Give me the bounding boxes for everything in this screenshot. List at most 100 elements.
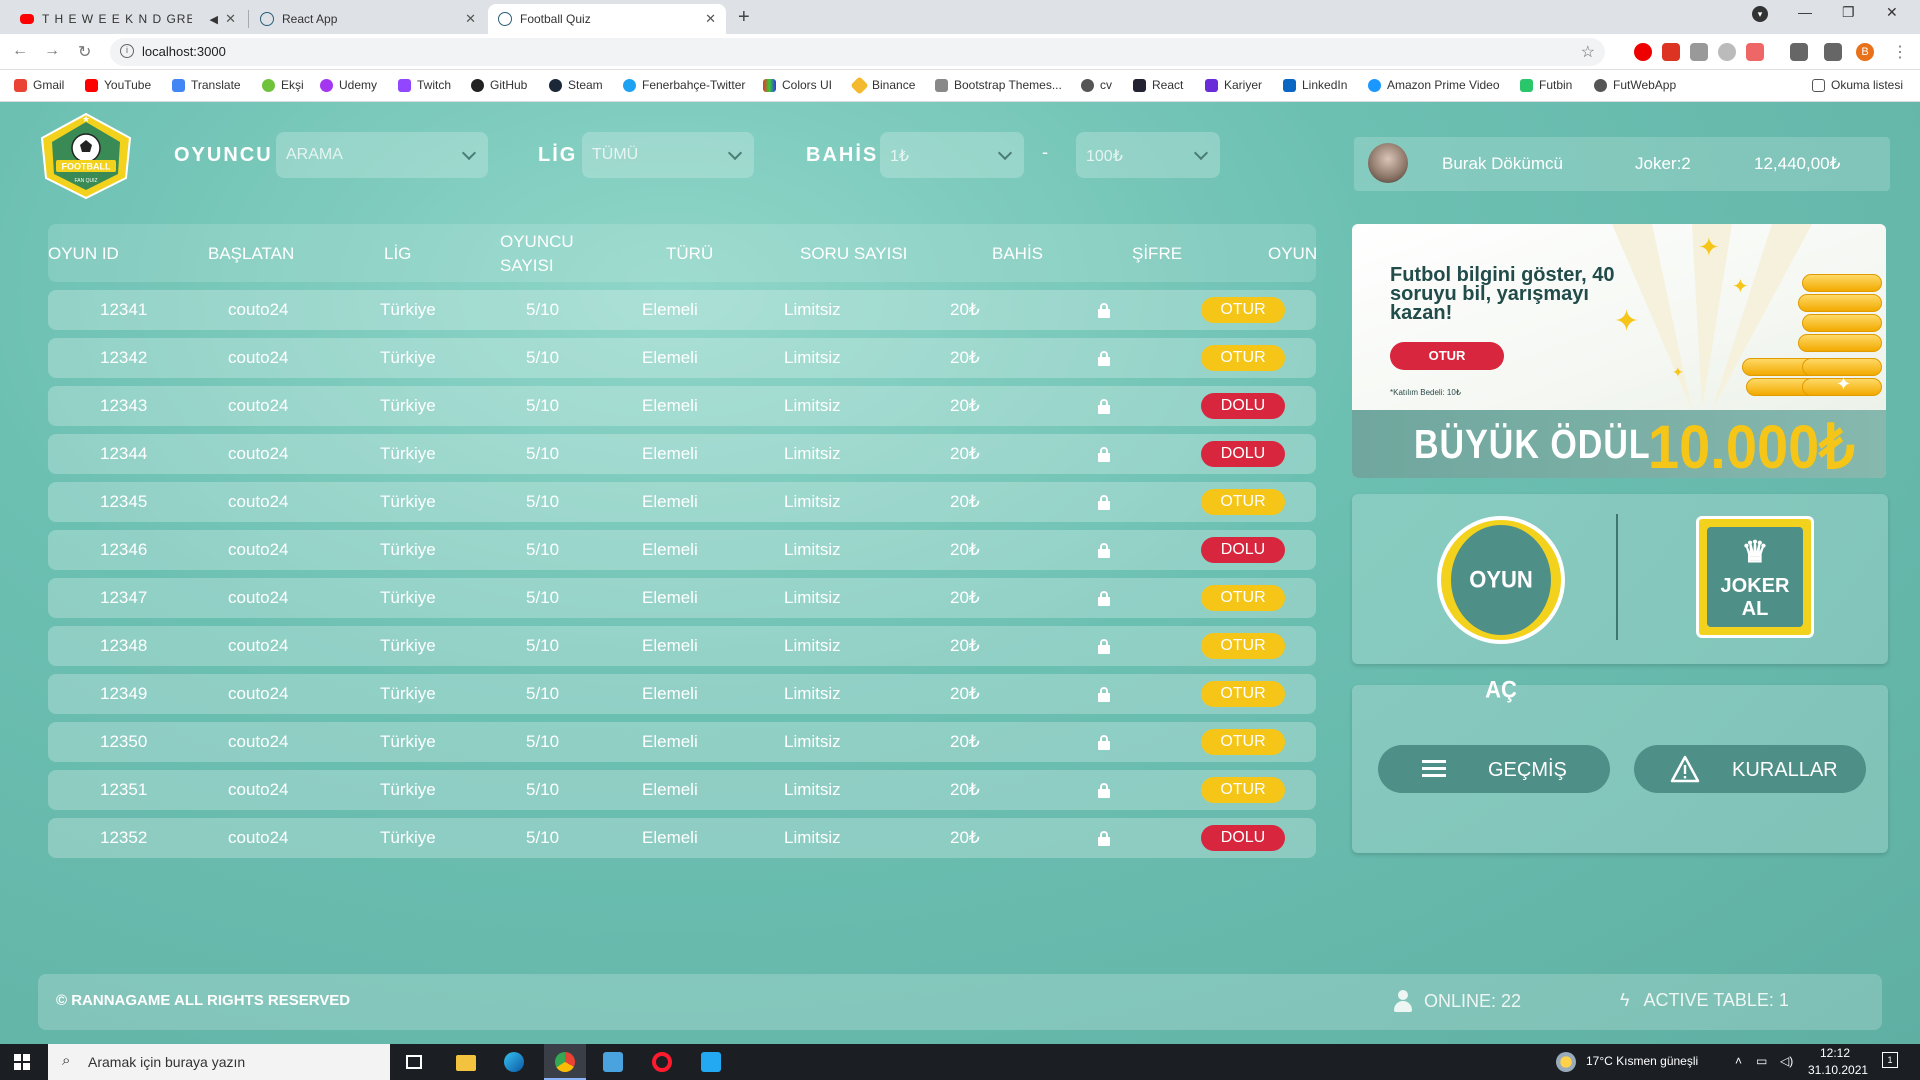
app-logo[interactable]: FOOTBALL FAN QUIZ ★ [38,112,134,200]
tab-search-icon[interactable]: ▾ [1752,6,1768,22]
close-window-icon[interactable]: ✕ [1886,4,1898,21]
opera-extension-icon[interactable] [1634,43,1652,61]
bookmark-item[interactable]: Gmail [14,78,64,92]
bookmark-item[interactable]: Twitch [398,78,451,92]
bookmark-item[interactable]: Ekşi [262,78,304,92]
buy-joker-button[interactable]: ♛ JOKER AL [1696,516,1814,638]
join-status-button[interactable]: OTUR [1201,681,1285,707]
table-cell-type: Elemeli [642,540,698,559]
bookmark-item[interactable]: Bootstrap Themes... [935,78,1062,92]
task-view-icon[interactable] [406,1055,422,1069]
join-status-button[interactable]: OTUR [1201,729,1285,755]
sparkle-icon: ✦ [1732,276,1749,298]
reading-mode-icon[interactable] [1824,43,1842,61]
bookmark-item[interactable]: Steam [549,78,603,92]
close-icon[interactable]: ✕ [225,11,236,27]
table-cell-starter: couto24 [228,540,289,559]
url-input[interactable]: i localhost:3000 ☆ [110,38,1605,66]
app-icon[interactable] [603,1052,623,1072]
bookmark-item[interactable]: React [1133,78,1183,92]
minimize-icon[interactable]: — [1798,4,1812,20]
back-icon[interactable]: ← [12,42,28,60]
windows-start-icon[interactable] [14,1054,30,1070]
bookmark-item[interactable]: Translate [172,78,241,92]
info-icon[interactable]: i [120,44,134,58]
table-cell-starter: couto24 [228,636,289,655]
chrome-icon[interactable] [555,1052,575,1072]
table-cell-bet: 20₺ [950,636,980,655]
video-extension-icon[interactable] [1662,43,1680,61]
join-status-button[interactable]: DOLU [1201,393,1285,419]
new-tab-button[interactable]: + [738,6,750,29]
weather-text[interactable]: 17°C Kısmen güneşli [1586,1054,1698,1068]
tab-youtube[interactable]: T H E W E E K N D GREATEST ◀︎ ✕ [10,4,246,34]
bookmark-item[interactable]: Fenerbahçe-Twitter [623,78,745,92]
bookmark-item[interactable]: GitHub [471,78,527,92]
league-select[interactable]: TÜMÜ [582,132,754,178]
vscode-icon[interactable] [701,1052,721,1072]
reload-icon[interactable]: ↻ [78,42,91,62]
bookmark-star-icon[interactable]: ☆ [1581,42,1595,62]
bookmark-item[interactable]: Kariyer [1205,78,1262,92]
taskbar-search-input[interactable]: ⌕ Aramak için buraya yazın [48,1044,390,1080]
lock-icon [1097,399,1111,414]
table-cell-type: Elemeli [642,684,698,703]
bookmark-item[interactable]: LinkedIn [1283,78,1347,92]
bet-min-select[interactable]: 1₺ [880,132,1024,178]
clock-date[interactable]: 31.10.2021 [1808,1063,1868,1077]
join-status-button[interactable]: OTUR [1201,345,1285,371]
bookmark-item[interactable]: Colors UI [763,78,832,92]
network-icon[interactable]: ▭ [1756,1054,1767,1068]
extension-icon[interactable] [1746,43,1764,61]
forward-icon[interactable]: → [44,42,60,60]
table-cell-players: 5/10 [526,444,560,463]
bookmark-item[interactable]: YouTube [85,78,151,92]
join-status-button[interactable]: OTUR [1201,489,1285,515]
chevron-up-icon[interactable]: ˄ [1735,1054,1742,1068]
bookmark-item[interactable]: cv [1081,78,1112,92]
banner-join-button[interactable]: OTUR [1390,342,1504,370]
bookmark-item[interactable]: Amazon Prime Video [1368,78,1500,92]
bookmark-item[interactable]: Binance [850,75,915,95]
opera-icon[interactable] [652,1052,672,1072]
bookmark-item[interactable]: Futbin [1520,78,1572,92]
join-status-button[interactable]: DOLU [1201,537,1285,563]
weather-icon[interactable] [1556,1052,1576,1072]
clock-time[interactable]: 12:12 [1820,1046,1850,1060]
join-status-button[interactable]: OTUR [1201,633,1285,659]
rules-button[interactable]: KURALLAR [1634,745,1866,793]
edge-icon[interactable] [504,1052,524,1072]
join-status-button[interactable]: OTUR [1201,777,1285,803]
join-status-button[interactable]: OTUR [1201,297,1285,323]
mute-icon[interactable]: ◀︎ [210,13,218,26]
promo-banner[interactable]: ✦ ✦ ✦ ✦ ✦ Futbol bilgini göster, 40 soru… [1352,224,1886,478]
table-cell-players: 5/10 [526,396,560,415]
avatar[interactable] [1368,143,1408,183]
join-status-button[interactable]: OTUR [1201,585,1285,611]
restore-icon[interactable]: ❐ [1842,4,1855,21]
file-explorer-icon[interactable] [456,1055,476,1071]
join-status-button[interactable]: DOLU [1201,825,1285,851]
table-cell-league: Türkiye [380,828,436,847]
join-status-button[interactable]: DOLU [1201,441,1285,467]
puzzle-icon[interactable] [1790,43,1808,61]
table-cell-bet: 20₺ [950,300,980,319]
player-search-select[interactable]: ARAMA [276,132,488,178]
close-icon[interactable]: ✕ [465,11,476,27]
bookmark-item[interactable]: FutWebApp [1594,78,1676,92]
profile-avatar[interactable]: B [1856,43,1874,61]
history-button[interactable]: GEÇMİŞ [1378,745,1610,793]
lock-icon [1097,783,1111,798]
tab-react-app[interactable]: React App ✕ [250,4,486,34]
open-game-button[interactable]: OYUN AÇ [1437,516,1565,703]
notification-icon[interactable]: 1 [1882,1052,1898,1068]
reading-list[interactable]: Okuma listesi [1812,78,1903,92]
bookmark-item[interactable]: Udemy [320,78,377,92]
close-icon[interactable]: ✕ [705,11,716,27]
tab-football-quiz[interactable]: Football Quiz ✕ [488,4,726,34]
photo-extension-icon[interactable] [1690,43,1708,61]
bet-max-select[interactable]: 100₺ [1076,132,1220,178]
menu-icon[interactable]: ⋮ [1892,42,1908,62]
abp-extension-icon[interactable] [1718,43,1736,61]
volume-icon[interactable]: ◁) [1780,1054,1793,1068]
